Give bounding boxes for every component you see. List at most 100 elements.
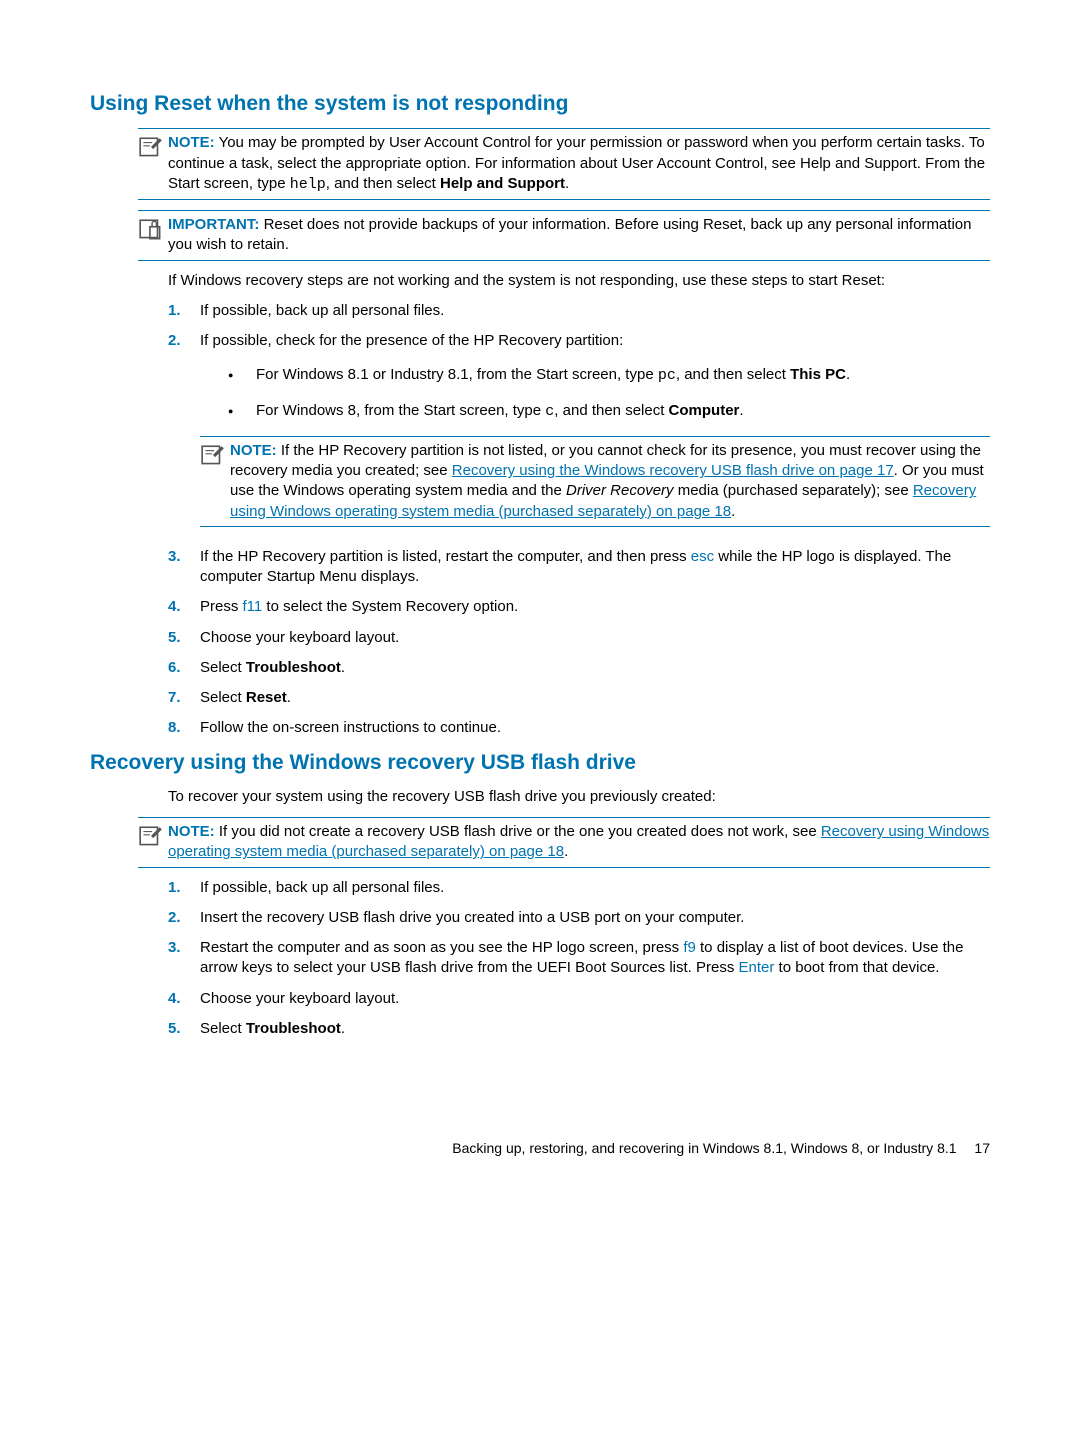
list-text: Select	[200, 689, 246, 706]
list-number: 6.	[168, 658, 200, 678]
bullet-item: For Windows 8, from the Start screen, ty…	[228, 401, 990, 422]
list-text: Press	[200, 598, 243, 615]
note-callout: NOTE: If you did not create a recovery U…	[138, 817, 990, 868]
list-item: 2. If possible, check for the presence o…	[168, 331, 990, 537]
ordered-list: 1. If possible, back up all personal fil…	[168, 878, 990, 1040]
bold-text: Reset	[246, 689, 287, 706]
list-text: .	[341, 659, 345, 676]
note-label: NOTE:	[230, 442, 277, 459]
note-text: .	[564, 843, 568, 860]
list-text: to select the System Recovery option.	[262, 598, 518, 615]
inline-code: pc	[658, 367, 676, 384]
bullet-list: For Windows 8.1 or Industry 8.1, from th…	[228, 365, 990, 422]
list-number: 8.	[168, 718, 200, 738]
note-label: NOTE:	[168, 134, 215, 151]
list-number: 1.	[168, 878, 200, 898]
link-recovery-usb[interactable]: Recovery using the Windows recovery USB …	[452, 462, 894, 479]
ordered-list: 1. If possible, back up all personal fil…	[168, 301, 990, 739]
page-footer: Backing up, restoring, and recovering in…	[90, 1139, 990, 1158]
bold-text: This PC	[790, 366, 846, 383]
list-text: Select	[200, 1020, 246, 1037]
list-text: to boot from that device.	[774, 959, 939, 976]
list-text: If the HP Recovery partition is listed, …	[200, 548, 691, 565]
list-text: Follow the on-screen instructions to con…	[200, 718, 990, 738]
bold-text: Troubleshoot	[246, 659, 341, 676]
note-text: If you did not create a recovery USB fla…	[219, 823, 821, 840]
list-number: 2.	[168, 908, 200, 928]
list-item: 3. Restart the computer and as soon as y…	[168, 938, 990, 979]
key-name: Enter	[739, 959, 775, 976]
list-item: 6. Select Troubleshoot.	[168, 658, 990, 678]
note-body: NOTE: If the HP Recovery partition is no…	[230, 441, 990, 522]
list-text: Select	[200, 659, 246, 676]
bullet-text: For Windows 8.1 or Industry 8.1, from th…	[256, 366, 658, 383]
list-text: Insert the recovery USB flash drive you …	[200, 908, 990, 928]
important-callout: IMPORTANT: Reset does not provide backup…	[138, 210, 990, 261]
heading-using-reset: Using Reset when the system is not respo…	[90, 90, 990, 118]
list-item: 2. Insert the recovery USB flash drive y…	[168, 908, 990, 928]
footer-text: Backing up, restoring, and recovering in…	[452, 1140, 956, 1156]
note-callout: NOTE: If the HP Recovery partition is no…	[200, 436, 990, 527]
inline-code: c	[545, 403, 554, 420]
bold-text: Help and Support	[440, 175, 565, 192]
list-number: 4.	[168, 597, 200, 617]
list-number: 4.	[168, 989, 200, 1009]
list-number: 7.	[168, 688, 200, 708]
bullet-item: For Windows 8.1 or Industry 8.1, from th…	[228, 365, 990, 386]
note-text: .	[731, 503, 735, 520]
list-text: .	[287, 689, 291, 706]
list-item: 7. Select Reset.	[168, 688, 990, 708]
list-number: 5.	[168, 628, 200, 648]
bullet-text: For Windows 8, from the Start screen, ty…	[256, 402, 545, 419]
bullet-text: , and then select	[676, 366, 790, 383]
list-item: 4. Choose your keyboard layout.	[168, 989, 990, 1009]
list-text: If possible, check for the presence of t…	[200, 332, 623, 349]
list-number: 5.	[168, 1019, 200, 1039]
bullet-text: .	[846, 366, 850, 383]
bold-text: Troubleshoot	[246, 1020, 341, 1037]
note-icon	[138, 135, 164, 157]
key-name: f11	[243, 598, 263, 615]
bullet-text: , and then select	[554, 402, 668, 419]
list-item: 8. Follow the on-screen instructions to …	[168, 718, 990, 738]
list-item: 5. Choose your keyboard layout.	[168, 628, 990, 648]
list-text: .	[341, 1020, 345, 1037]
heading-recovery-usb: Recovery using the Windows recovery USB …	[90, 749, 990, 777]
italic-text: Driver Recovery	[566, 482, 674, 499]
important-text: Reset does not provide backups of your i…	[168, 216, 971, 253]
note-label: NOTE:	[168, 823, 215, 840]
important-icon	[138, 217, 164, 239]
important-body: IMPORTANT: Reset does not provide backup…	[168, 215, 990, 256]
intro-paragraph: If Windows recovery steps are not workin…	[168, 271, 990, 291]
inline-code: help	[290, 176, 326, 193]
important-label: IMPORTANT:	[168, 216, 259, 233]
note-text: , and then select	[326, 175, 440, 192]
intro-paragraph: To recover your system using the recover…	[168, 787, 990, 807]
note-text: media (purchased separately); see	[674, 482, 913, 499]
note-text: .	[565, 175, 569, 192]
note-body: NOTE: You may be prompted by User Accoun…	[168, 133, 990, 195]
note-body: NOTE: If you did not create a recovery U…	[168, 822, 990, 863]
list-item: 5. Select Troubleshoot.	[168, 1019, 990, 1039]
list-item: 1. If possible, back up all personal fil…	[168, 878, 990, 898]
list-text: If possible, back up all personal files.	[200, 301, 990, 321]
list-text: Choose your keyboard layout.	[200, 628, 990, 648]
list-text: Restart the computer and as soon as you …	[200, 939, 683, 956]
list-number: 1.	[168, 301, 200, 321]
note-icon	[138, 824, 164, 846]
note-callout: NOTE: You may be prompted by User Accoun…	[138, 128, 990, 200]
note-icon	[200, 443, 226, 465]
key-name: f9	[683, 939, 696, 956]
list-text: Choose your keyboard layout.	[200, 989, 990, 1009]
key-name: esc	[691, 548, 714, 565]
bullet-text: .	[739, 402, 743, 419]
page-number: 17	[974, 1139, 990, 1158]
list-number: 3.	[168, 547, 200, 588]
list-item: 3. If the HP Recovery partition is liste…	[168, 547, 990, 588]
list-text: If possible, back up all personal files.	[200, 878, 990, 898]
bold-text: Computer	[669, 402, 740, 419]
list-number: 3.	[168, 938, 200, 979]
list-number: 2.	[168, 331, 200, 537]
list-item: 1. If possible, back up all personal fil…	[168, 301, 990, 321]
list-item: 4. Press f11 to select the System Recove…	[168, 597, 990, 617]
